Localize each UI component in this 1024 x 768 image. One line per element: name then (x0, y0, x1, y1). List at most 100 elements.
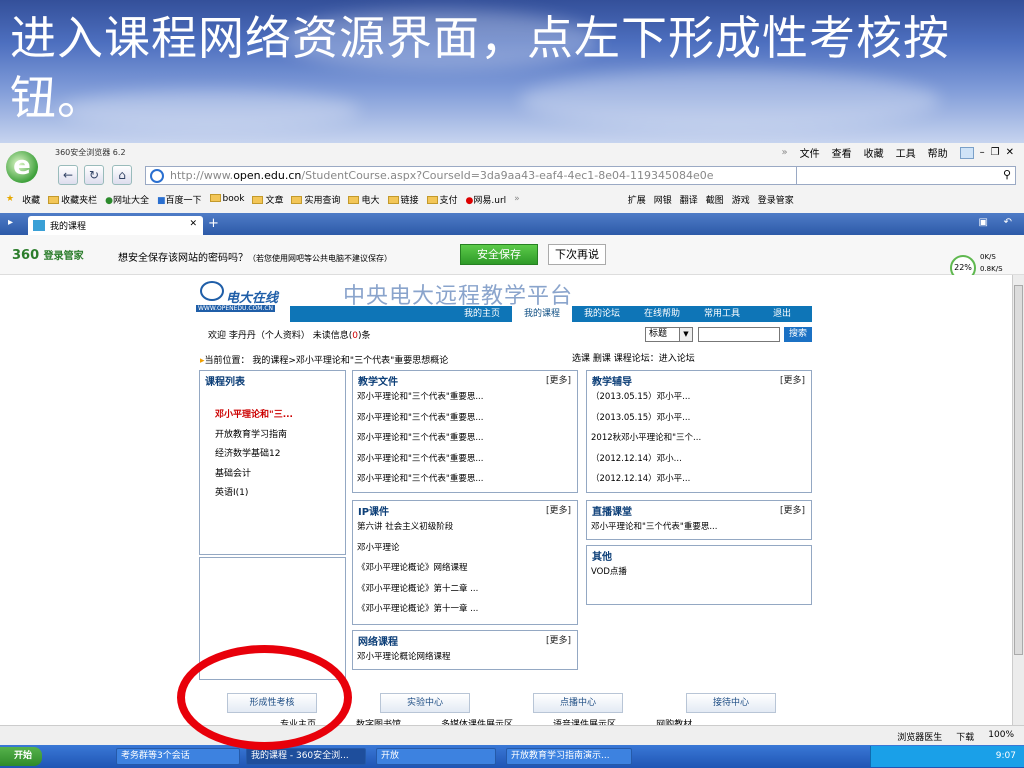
tab-list-icon[interactable]: ▣ (979, 217, 988, 228)
folder-icon (387, 195, 399, 204)
folder-icon (252, 195, 264, 204)
back-icon[interactable]: ← (58, 165, 78, 185)
course-item[interactable]: 开放教育学习指南 (215, 427, 341, 447)
menu-view[interactable]: 查看 (832, 145, 852, 160)
search-icon[interactable]: ⚲ (1003, 168, 1011, 181)
more-link[interactable]: [更多] (780, 373, 805, 386)
fav-login-manager[interactable]: 登录管家 (758, 193, 794, 206)
nav-tools[interactable]: 常用工具 (692, 306, 752, 322)
footer-link[interactable]: 数字图书馆 (356, 717, 401, 725)
list-item[interactable]: （2013.05.15）邓小平... (591, 411, 807, 432)
list-item[interactable]: （2013.05.15）邓小平... (591, 390, 807, 411)
list-item[interactable]: 邓小平理论和"三个代表"重要思... (357, 472, 573, 493)
fav-screenshot[interactable]: 截图 (706, 193, 724, 206)
tab-close-icon[interactable]: ✕ (189, 219, 197, 229)
download-button[interactable]: 下载 (956, 730, 974, 743)
sidebar-toggle-icon[interactable]: ▸ (8, 217, 13, 228)
taskbar-item[interactable]: 开放教育学习指南演示... (506, 748, 632, 765)
nav-my-course[interactable]: 我的课程 (512, 306, 572, 322)
course-item[interactable]: 英语Ⅰ(1) (215, 485, 341, 505)
minimize-icon[interactable]: – (980, 147, 985, 158)
title-bar: 360安全浏览器 6.2 » 文件 查看 收藏 工具 帮助 – ❐ ✕ (0, 143, 1024, 163)
course-item[interactable]: 邓小平理论和"三... (215, 407, 341, 427)
close-icon[interactable]: ✕ (1006, 147, 1014, 158)
site-search-input[interactable] (698, 327, 780, 342)
start-button[interactable]: 开始 (0, 747, 42, 766)
nav-online-help[interactable]: 在线帮助 (632, 306, 692, 322)
teaching-files-panel: 教学文件 [更多] 邓小平理论和"三个代表"重要思... 邓小平理论和"三个代表… (352, 370, 578, 493)
browser-doctor[interactable]: 浏览器医生 (897, 730, 942, 743)
menu-favorites[interactable]: 收藏 (864, 145, 884, 160)
list-item[interactable]: 邓小平理论 (357, 541, 573, 562)
clock[interactable]: 9:07 (996, 746, 1016, 767)
list-item[interactable]: 《邓小平理论概论》第十二章 ... (357, 582, 573, 603)
course-tools[interactable]: 选课 删课 课程论坛：进入论坛 (572, 351, 695, 364)
address-bar[interactable]: http://www.open.edu.cn/StudentCourse.asp… (145, 166, 805, 185)
menu-tools[interactable]: 工具 (896, 145, 916, 160)
nav-my-home[interactable]: 我的主页 (452, 306, 512, 322)
list-item[interactable]: 2012秋邓小平理论和"三个... (591, 431, 807, 452)
footer-link[interactable]: 语音课件展示区 (553, 717, 616, 725)
list-item[interactable]: 邓小平理论和"三个代表"重要思... (357, 431, 573, 452)
new-tab-button[interactable]: + (208, 216, 219, 231)
later-button[interactable]: 下次再说 (548, 244, 606, 265)
refresh-icon[interactable]: ↻ (84, 165, 104, 185)
fav-translate[interactable]: 翻译 (680, 193, 698, 206)
more-link[interactable]: [更多] (546, 373, 571, 386)
site-search-button[interactable]: 搜索 (784, 327, 812, 342)
more-link[interactable]: [更多] (546, 503, 571, 516)
course-item[interactable]: 基础会计 (215, 466, 341, 486)
taskbar-item[interactable]: 我的课程 - 360安全浏... (246, 748, 366, 765)
tab-favicon-icon (33, 220, 45, 231)
list-item[interactable]: 《邓小平理论概论》第十一章 ... (357, 602, 573, 623)
lab-center-button[interactable]: 实验中心 (380, 693, 470, 713)
list-item[interactable]: 邓小平理论和"三个代表"重要思... (357, 452, 573, 473)
fav-games[interactable]: 游戏 (732, 193, 750, 206)
list-item[interactable]: 邓小平理论和"三个代表"重要思... (357, 411, 573, 432)
fav-extension[interactable]: 扩展 (628, 193, 646, 206)
other-panel: 其他 VOD点播 (586, 545, 812, 605)
home-icon[interactable]: ⌂ (112, 165, 132, 185)
fav-star-icon[interactable]: ★ (6, 194, 14, 204)
undo-close-icon[interactable]: ↶ (1004, 217, 1012, 228)
fav-bank[interactable]: 网银 (654, 193, 672, 206)
scrollbar-thumb[interactable] (1014, 285, 1023, 655)
site-logo[interactable]: 电大在线 WWW.OPENEDU.COM.CN (196, 279, 286, 319)
nav-my-forum[interactable]: 我的论坛 (572, 306, 632, 322)
list-item[interactable]: 第六讲 社会主义初级阶段 (357, 520, 573, 541)
menu-help[interactable]: 帮助 (928, 145, 948, 160)
page-viewport: 电大在线 WWW.OPENEDU.COM.CN 中央电大远程教学平台 我的主页 … (0, 275, 1012, 725)
safe-save-button[interactable]: 安全保存 (460, 244, 538, 265)
list-item[interactable]: 邓小平理论概论网络课程 (357, 650, 573, 671)
course-list-panel: 课程列表 邓小平理论和"三... 开放教育学习指南 经济数学基础12 基础会计 … (199, 370, 346, 555)
vod-center-button[interactable]: 点播中心 (533, 693, 623, 713)
list-item[interactable]: 《邓小平理论概论》网络课程 (357, 561, 573, 582)
restore-icon[interactable]: ❐ (991, 147, 1000, 158)
course-item[interactable]: 经济数学基础12 (215, 446, 341, 466)
reception-center-button[interactable]: 接待中心 (686, 693, 776, 713)
search-input[interactable]: ⚲ (796, 166, 1016, 185)
taskbar-item[interactable]: 考务群等3个会话 (116, 748, 240, 765)
password-infobar: 360 登录管家 想安全保存该网站的密码吗？（若您使用网吧等公共电脑不建议保存）… (0, 235, 1024, 281)
taskbar-item[interactable]: 开放 (376, 748, 496, 765)
tab-my-course[interactable]: 我的课程 ✕ (28, 216, 203, 235)
footer-link[interactable]: 网购教材 (656, 717, 692, 725)
more-link[interactable]: [更多] (780, 503, 805, 516)
menu-file[interactable]: 文件 (800, 145, 820, 160)
zoom-level[interactable]: 100% (988, 730, 1014, 743)
nav-logout[interactable]: 退出 (752, 306, 812, 322)
list-item[interactable]: 邓小平理论和"三个代表"重要思... (591, 520, 807, 541)
folder-icon (209, 194, 221, 202)
more-link[interactable]: [更多] (546, 633, 571, 646)
vertical-scrollbar[interactable] (1012, 275, 1024, 725)
list-item[interactable]: （2012.12.14）邓小平... (591, 472, 807, 493)
footer-link[interactable]: 多媒体课件展示区 (441, 717, 513, 725)
search-type-select[interactable]: 标题 ▼ (645, 327, 693, 342)
skin-icon[interactable] (959, 146, 974, 159)
browser-window: 360安全浏览器 6.2 » 文件 查看 收藏 工具 帮助 – ❐ ✕ e ← … (0, 143, 1024, 745)
favorites-bar: ★ 收藏 收藏夹栏 ●网址大全 ■百度一下 book 文章 实用查询 电大 链接 … (6, 193, 794, 206)
logo-swirl-icon (200, 281, 224, 301)
list-item[interactable]: 邓小平理论和"三个代表"重要思... (357, 390, 573, 411)
list-item[interactable]: （2012.12.14）邓小... (591, 452, 807, 473)
list-item[interactable]: VOD点播 (591, 565, 807, 583)
